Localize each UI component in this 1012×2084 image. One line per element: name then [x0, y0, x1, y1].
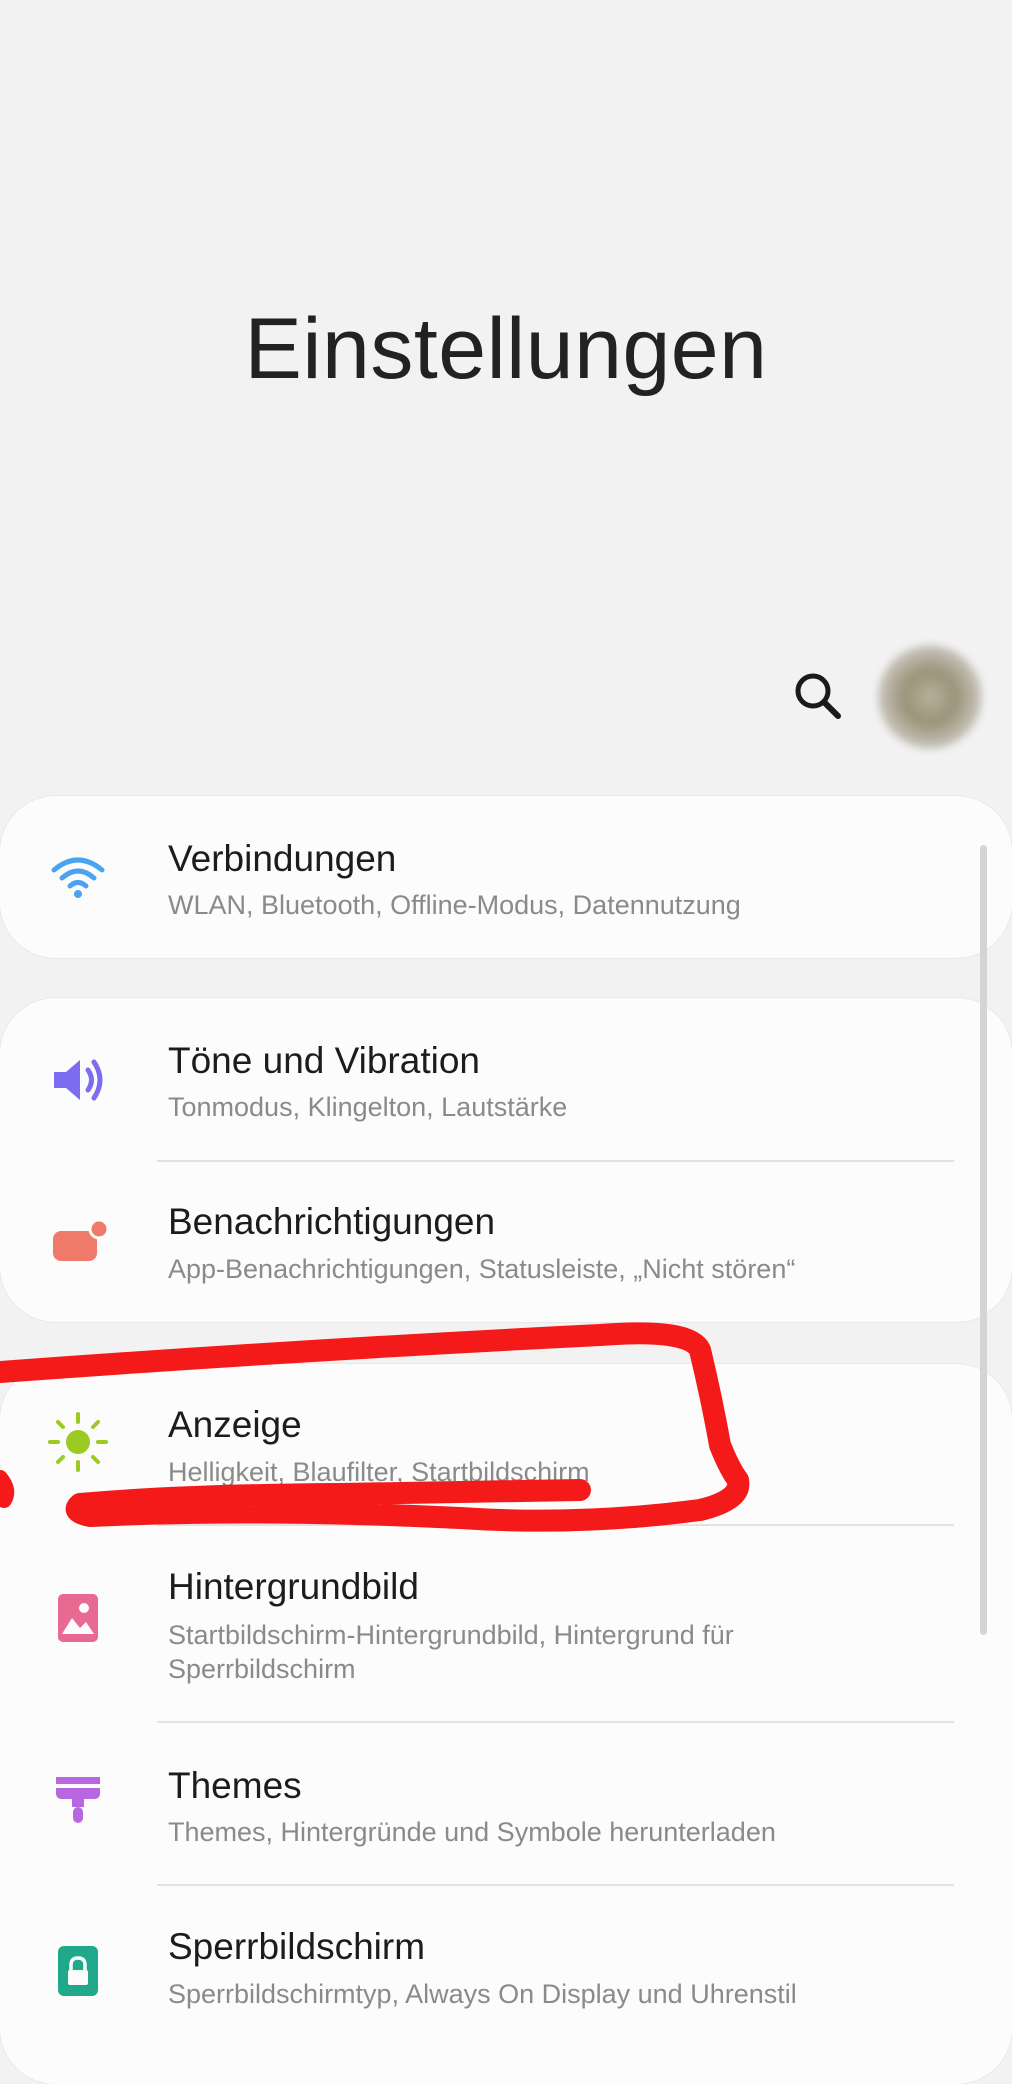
settings-item-label: Töne und Vibration: [168, 1040, 480, 1081]
settings-item-description: Startbildschirm-Hintergrundbild, Hinterg…: [168, 1620, 734, 1684]
settings-item-label: Hintergrundbild: [168, 1566, 419, 1607]
settings-item-description: Themes, Hintergründe und Symbole herunte…: [168, 1817, 776, 1847]
settings-card-display: Anzeige Helligkeit, Blaufilter, Startbil…: [0, 1364, 1012, 2084]
settings-item-description: WLAN, Bluetooth, Offline-Modus, Datennut…: [168, 890, 741, 920]
settings-item-label: Verbindungen: [168, 838, 397, 879]
notification-badge-icon: [53, 1218, 108, 1261]
settings-item-label: Benachrichtigungen: [168, 1201, 496, 1242]
speaker-icon: [54, 1059, 103, 1101]
scrollbar[interactable]: [980, 845, 987, 1635]
wifi-icon: [51, 857, 105, 898]
avatar[interactable]: [878, 645, 982, 749]
settings-item-description: Helligkeit, Blaufilter, Startbildschirm: [168, 1457, 590, 1487]
page-title: Einstellungen: [244, 301, 768, 397]
settings-card-connections: Verbindungen WLAN, Bluetooth, Offline-Mo…: [0, 796, 1012, 958]
settings-item-label: Sperrbildschirm: [168, 1926, 426, 1967]
lock-icon: [58, 1946, 98, 1996]
settings-card-sound-notifications: Töne und Vibration Tonmodus, Klingelton,…: [0, 998, 1012, 1322]
settings-item-lockscreen[interactable]: Sperrbildschirm Sperrbildschirmtyp, Alwa…: [0, 1886, 1012, 2048]
image-icon: [58, 1594, 98, 1642]
paint-brush-icon: [56, 1777, 100, 1823]
settings-item-description: Sperrbildschirmtyp, Always On Display un…: [168, 1979, 797, 2009]
search-icon[interactable]: [790, 668, 846, 724]
settings-item-wallpaper[interactable]: Hintergrundbild Startbildschirm-Hintergr…: [0, 1526, 1012, 1722]
settings-item-description: App-Benachrichtigungen, Statusleiste, „N…: [168, 1254, 796, 1284]
settings-item-sound[interactable]: Töne und Vibration Tonmodus, Klingelton,…: [0, 998, 1012, 1160]
settings-item-description: Tonmodus, Klingelton, Lautstärke: [168, 1092, 568, 1122]
settings-item-display[interactable]: Anzeige Helligkeit, Blaufilter, Startbil…: [0, 1364, 1012, 1526]
settings-item-themes[interactable]: Themes Themes, Hintergründe und Symbole …: [0, 1723, 1012, 1885]
sun-icon: [48, 1412, 108, 1472]
settings-item-label: Themes: [168, 1765, 302, 1806]
settings-item-notifications[interactable]: Benachrichtigungen App-Benachrichtigunge…: [0, 1161, 1012, 1322]
settings-item-connections[interactable]: Verbindungen WLAN, Bluetooth, Offline-Mo…: [0, 796, 1012, 958]
settings-item-label: Anzeige: [168, 1404, 302, 1445]
